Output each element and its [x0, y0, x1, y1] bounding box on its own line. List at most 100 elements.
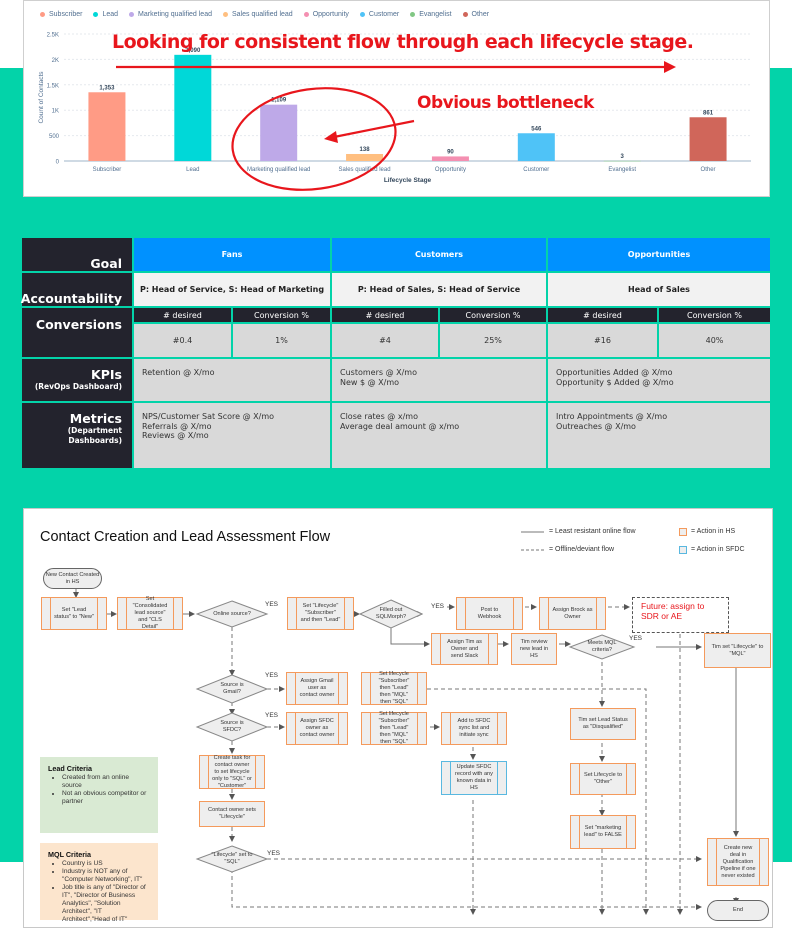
lifecycle-chart-panel: Subscriber Lead Marketing qualified lead Sa…: [23, 0, 770, 197]
desired-header-customers: # desired: [332, 308, 438, 322]
bar-other: [689, 117, 727, 161]
x-tick-label: Opportunity: [435, 167, 466, 173]
mql-criteria-item: Industry is NOT any of "Computer Network…: [62, 868, 150, 884]
decision-mql-label: Meets MQL criteria?: [587, 640, 617, 653]
desired-value-opportunities: #16: [548, 324, 657, 357]
yes-label: YES: [265, 672, 279, 679]
lead-criteria-title: Lead Criteria: [48, 764, 92, 773]
end-terminal: End: [707, 900, 769, 921]
x-tick-label: Marketing qualified lead: [247, 167, 310, 173]
bar-value-label: 90: [447, 149, 454, 155]
kpi-item: Customers @ X/mo: [340, 368, 417, 377]
node-tim-review: Tim review new lead in HS: [511, 633, 557, 665]
conversion-value-fans: 1%: [233, 324, 330, 357]
node-contact-owner-sets: Contact owner sets "Lifecycle": [199, 801, 265, 827]
metrics-opportunities: Intro Appointments @ X/mo Outreaches @ X…: [548, 403, 770, 468]
conversion-value-opportunities: 40%: [659, 324, 770, 357]
node-set-marketing-false: Set "marketing lead" to FALSE: [570, 815, 636, 849]
goal-fans: Fans: [134, 238, 330, 271]
bar-marketing-qualified-lead: [260, 104, 298, 161]
node-tim-set-mql: Tim set "Lifecycle" to "MQL": [704, 633, 771, 668]
legend-dashed-label: = Offline/deviant flow: [549, 546, 615, 553]
node-post-webhook: Post to Webhook: [456, 597, 523, 630]
row-header-conversions-label: Conversions: [35, 317, 122, 332]
desired-value-customers: #4: [332, 324, 438, 357]
row-header-accountability: Accountability: [20, 273, 132, 306]
y-tick-label: 0: [56, 160, 60, 166]
yes-label: YES: [265, 601, 279, 608]
yes-label: YES: [265, 712, 279, 719]
bar-sales-qualified-lead: [346, 153, 384, 161]
node-assign-gmail: Assign Gmail user as contact owner: [286, 672, 348, 705]
metric-item: Referrals @ X/mo: [142, 421, 212, 431]
metric-item: Close rates @ x/mo: [340, 412, 418, 421]
node-assign-brock: Assign Brock as Owner: [539, 597, 606, 630]
desired-value-fans: #0.4: [134, 324, 231, 357]
conversion-header-opportunities: Conversion %: [659, 308, 770, 322]
x-tick-label: Subscriber: [93, 167, 122, 173]
kpis-opportunities: Opportunities Added @ X/mo Opportunity $…: [548, 359, 770, 401]
metrics-fans: NPS/Customer Sat Score @ X/mo Referrals …: [134, 403, 330, 468]
node-update-sfdc-record: Update SFDC record with any known data i…: [441, 761, 507, 795]
annotation-circle: [231, 87, 397, 191]
legend-hs-swatch: [679, 528, 687, 536]
conversion-value-customers: 25%: [440, 324, 546, 357]
y-tick-label: 1K: [52, 109, 59, 115]
yes-label: YES: [629, 635, 643, 642]
node-create-deal: Create new deal in Qualification Pipelin…: [707, 838, 769, 886]
row-header-metrics-sub: (Department Dashboards): [67, 426, 122, 445]
goal-accountability-table: Goal Accountability Conversions KPIs (Rev…: [20, 238, 770, 468]
bar-opportunity: [431, 156, 469, 161]
node-set-lifecycle-other: Set Lifecycle to "Other": [570, 763, 636, 795]
y-tick-label: 500: [49, 134, 60, 140]
row-header-kpis-sub: (RevOps Dashboard): [34, 382, 122, 391]
lead-criteria-item: Created from an online source: [62, 774, 150, 790]
accountability-opportunities: Head of Sales: [548, 273, 770, 306]
row-header-goal-label: Goal: [90, 256, 122, 271]
x-axis-label: Lifecycle Stage: [384, 177, 432, 184]
node-set-lead-status: Set "Lead status" to "New": [41, 597, 107, 630]
metric-item: Average deal amount @ x/mo: [340, 421, 460, 431]
kpis-customers: Customers @ X/mo New $ @ X/mo: [332, 359, 546, 401]
kpis-fans: Retention @ X/mo: [134, 359, 330, 401]
conversion-header-customers: Conversion %: [440, 308, 546, 322]
mql-criteria-item: Job title is any of "Director of IT", "D…: [62, 884, 150, 924]
node-set-lifecycle-sfdc: Set lifecycle "Subscriber" then "Lead" t…: [361, 711, 427, 745]
decision-lifecycle-sql-label: "Lifecycle" set to "SQL": [211, 852, 253, 865]
bar-customer: [517, 133, 555, 161]
kpi-item: Opportunity $ Added @ X/mo: [556, 377, 674, 387]
start-terminal: New Contact Created in HS: [43, 568, 102, 589]
x-tick-label: Customer: [523, 167, 549, 173]
row-header-metrics: Metrics (Department Dashboards): [22, 403, 132, 468]
legend-sfdc-label: = Action in SFDC: [691, 546, 745, 553]
lead-criteria-list: Created from an online source Not an obv…: [48, 774, 150, 806]
node-tim-disqualified: Tim set Lead Status as "Disqualified": [570, 708, 636, 740]
annotation-pointer-head: [324, 131, 338, 143]
y-axis-label: Count of Contacts: [38, 71, 45, 124]
x-tick-label: Evangelist: [608, 167, 636, 173]
accountability-fans: P: Head of Service, S: Head of Marketing: [134, 273, 330, 306]
node-assign-tim: Assign Tim as Owner and send Slack: [431, 633, 498, 665]
row-header-metrics-label: Metrics: [69, 411, 122, 426]
mql-criteria-box: MQL Criteria Country is US Industry is N…: [40, 843, 158, 923]
x-tick-label: Lead: [186, 167, 199, 173]
lead-criteria-box: Lead Criteria Created from an online sou…: [40, 757, 158, 833]
bar-value-label: 138: [360, 147, 371, 153]
row-header-kpis: KPIs (RevOps Dashboard): [22, 359, 132, 401]
row-header-accountability-label: Accountability: [20, 291, 122, 306]
desired-header-fans: # desired: [134, 308, 231, 322]
row-header-kpis-label: KPIs: [91, 367, 122, 382]
node-set-lifecycle-sub-lead: Set "Lifecycle" "Subscriber" and then "L…: [287, 597, 354, 630]
metrics-customers: Close rates @ x/mo Average deal amount @…: [332, 403, 546, 468]
x-tick-label: Other: [701, 167, 716, 173]
decision-gmail-label: Source is Gmail?: [220, 682, 244, 695]
lead-assessment-flowchart: Contact Creation and Lead Assessment Flo…: [23, 508, 773, 928]
kpi-item: New $ @ X/mo: [340, 377, 400, 387]
annotation-pointer-line: [333, 119, 415, 139]
metric-item: Outreaches @ X/mo: [556, 421, 636, 431]
bar-value-label: 1,353: [99, 85, 115, 91]
mql-criteria-list: Country is US Industry is NOT any of "Co…: [48, 860, 150, 924]
row-header-conversions: Conversions: [22, 308, 132, 357]
legend-sfdc-swatch: [679, 546, 687, 554]
future-note: Future: assign to SDR or AE: [632, 597, 729, 633]
